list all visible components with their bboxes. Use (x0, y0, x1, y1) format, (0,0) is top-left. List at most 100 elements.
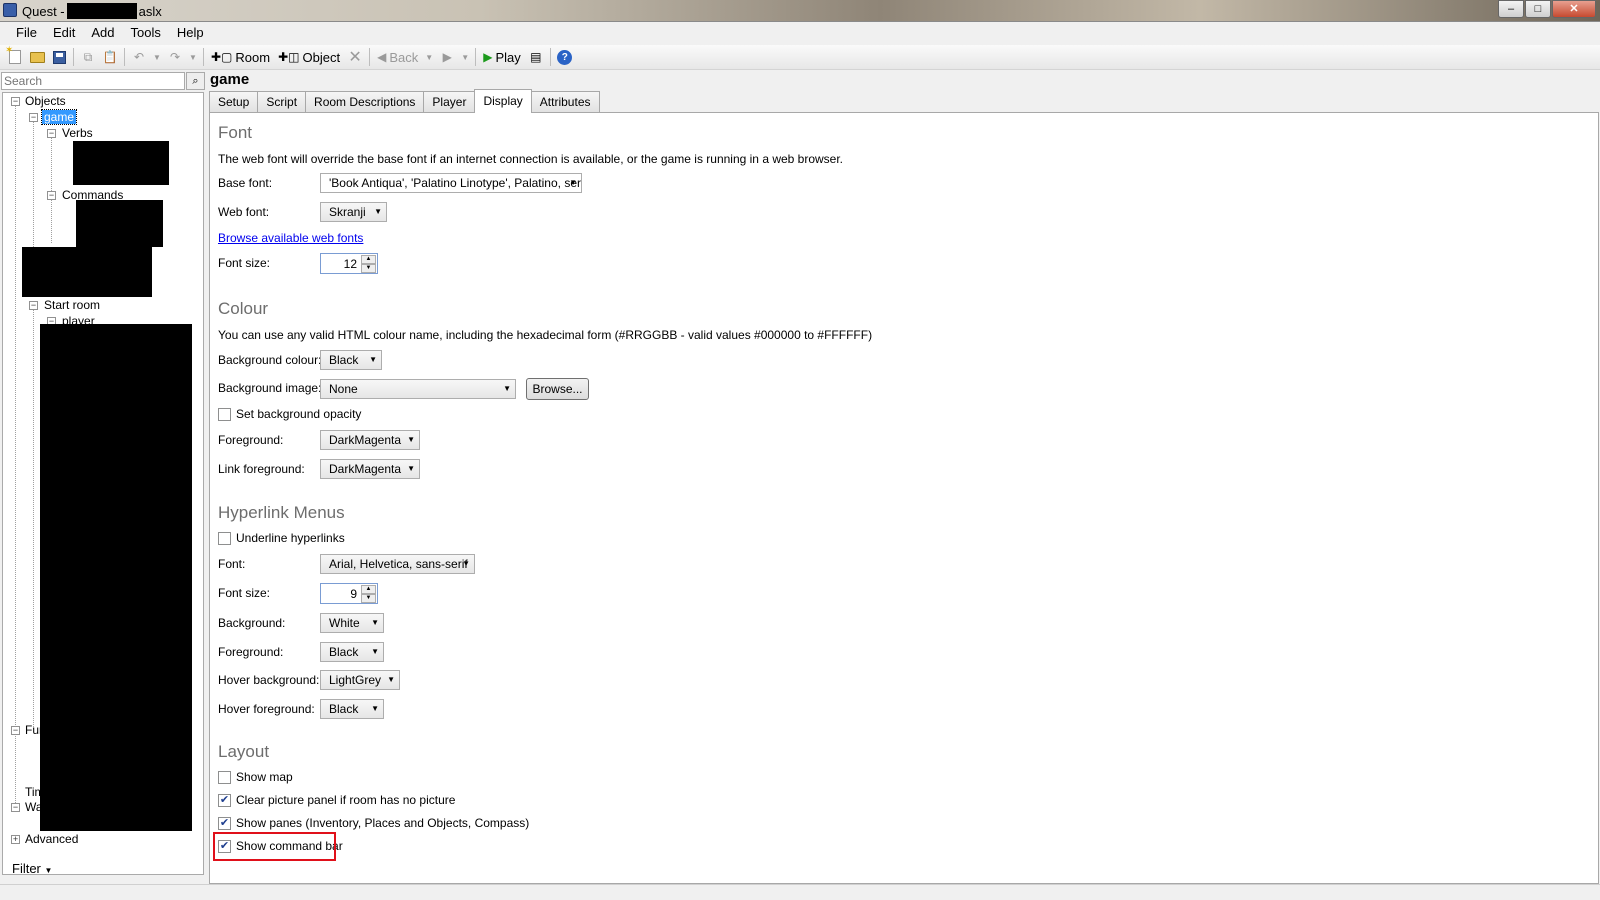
tree-node-walkthrough[interactable]: Wa (25, 800, 43, 815)
link-foreground-combo[interactable]: DarkMagenta ▼ (320, 459, 420, 479)
bg-opacity-checkbox[interactable] (218, 407, 231, 421)
bg-image-value: None (329, 382, 358, 396)
tree-node-game[interactable]: game (40, 109, 78, 125)
hl-font-size-stepper[interactable]: 9 ▲ ▼ (320, 583, 378, 604)
hl-background-label: Background: (218, 616, 286, 630)
delete-icon[interactable]: ✕ (347, 49, 363, 66)
undo-icon[interactable]: ↶ (131, 49, 147, 65)
web-font-combo[interactable]: Skranji ▼ (320, 202, 387, 222)
redo-icon[interactable]: ↷ (167, 49, 183, 65)
collapse-start-room-icon[interactable]: − (29, 301, 38, 310)
tab-attributes[interactable]: Attributes (530, 91, 600, 113)
back-label: Back (389, 49, 419, 65)
foreground-combo[interactable]: DarkMagenta ▼ (320, 430, 420, 450)
stepper-up-icon[interactable]: ▲ (361, 585, 376, 594)
clear-picture-checkbox-row[interactable]: ✔ Clear picture panel if room has no pict… (218, 793, 455, 807)
add-object-button[interactable]: ✚◫ Object (278, 50, 340, 65)
tree-node-verbs[interactable]: Verbs (62, 126, 93, 141)
close-button[interactable]: ✕ (1552, 0, 1596, 18)
object-tree[interactable]: − Objects − game − Verbs − Commands − St… (2, 92, 204, 875)
menu-edit[interactable]: Edit (45, 22, 83, 44)
redacted-block (76, 200, 163, 247)
hl-font-label: Font: (218, 557, 246, 571)
add-room-button[interactable]: ✚▢ Room (211, 50, 270, 65)
clear-picture-checkbox[interactable]: ✔ (218, 793, 231, 807)
minimize-button[interactable]: – (1498, 0, 1524, 18)
tab-display[interactable]: Display (474, 89, 532, 113)
hl-font-combo[interactable]: Arial, Helvetica, sans-serif ▼ (320, 554, 475, 574)
hover-fg-combo[interactable]: Black ▼ (320, 699, 384, 719)
chevron-down-icon: ▼ (462, 559, 470, 568)
open-folder-icon[interactable] (29, 49, 45, 65)
tab-player[interactable]: Player (423, 91, 476, 113)
collapse-functions-icon[interactable]: − (11, 726, 20, 735)
bg-colour-label: Background colour: (218, 353, 322, 367)
filter-dropdown[interactable]: Filter ▼ (2, 858, 204, 878)
menu-add[interactable]: Add (83, 22, 122, 44)
tree-node-timers[interactable]: Tim (25, 785, 45, 800)
tree-node-start-room[interactable]: Start room (44, 298, 100, 313)
stepper-up-icon[interactable]: ▲ (361, 255, 376, 264)
save-icon[interactable] (51, 49, 67, 65)
expand-advanced-icon[interactable]: + (11, 835, 20, 844)
tab-script[interactable]: Script (257, 91, 307, 113)
collapse-verbs-icon[interactable]: − (47, 129, 56, 138)
font-size-stepper[interactable]: 12 ▲ ▼ (320, 253, 378, 274)
show-map-checkbox[interactable] (218, 770, 231, 784)
copy-icon[interactable]: ⧉ (80, 49, 96, 65)
play-button[interactable]: ▶ Play (483, 50, 521, 65)
redo-dropdown-icon[interactable]: ▼ (189, 49, 197, 65)
show-panes-checkbox-row[interactable]: ✔ Show panes (Inventory, Places and Objec… (218, 816, 529, 830)
tree-node-advanced[interactable]: Advanced (25, 832, 78, 847)
menu-tools[interactable]: Tools (123, 22, 169, 44)
chevron-down-icon: ▼ (407, 464, 415, 473)
new-file-icon[interactable] (5, 45, 23, 65)
underline-checkbox-row[interactable]: Underline hyperlinks (218, 531, 345, 545)
hover-bg-combo[interactable]: LightGrey ▼ (320, 670, 400, 690)
tree-guide-line (15, 105, 16, 805)
layout-section-heading: Layout (218, 742, 270, 761)
base-font-combo[interactable]: 'Book Antiqua', 'Palatino Linotype', Pal… (320, 173, 582, 193)
maximize-button[interactable]: □ (1525, 0, 1551, 18)
browse-web-fonts-link[interactable]: Browse available web fonts (218, 231, 363, 245)
show-map-checkbox-row[interactable]: Show map (218, 770, 293, 784)
bg-colour-combo[interactable]: Black ▼ (320, 350, 382, 370)
back-button[interactable]: ◀ Back (377, 50, 418, 65)
tree-node-functions[interactable]: Fur (25, 723, 43, 738)
browse-button[interactable]: Browse... (526, 378, 589, 400)
play-icon: ▶ (483, 50, 493, 64)
stepper-down-icon[interactable]: ▼ (361, 594, 376, 603)
underline-checkbox[interactable] (218, 531, 231, 545)
help-icon[interactable]: ? (557, 49, 573, 65)
bg-opacity-checkbox-row[interactable]: Set background opacity (218, 407, 361, 421)
chevron-down-icon: ▼ (387, 675, 395, 684)
tab-setup[interactable]: Setup (209, 91, 259, 113)
bg-image-combo[interactable]: None ▼ (320, 379, 516, 399)
search-input[interactable] (1, 72, 185, 90)
menu-help[interactable]: Help (169, 22, 212, 44)
redacted-block (73, 141, 169, 185)
collapse-objects-icon[interactable]: − (11, 97, 20, 106)
search-icon[interactable]: ⌕ (186, 72, 205, 90)
forward-icon[interactable]: ▶ (439, 49, 455, 65)
hover-fg-value: Black (329, 702, 359, 716)
code-view-icon[interactable]: ▤ (528, 49, 544, 65)
menu-bar: File Edit Add Tools Help (0, 22, 1600, 44)
hl-background-combo[interactable]: White ▼ (320, 613, 384, 633)
forward-dropdown-icon[interactable]: ▼ (461, 49, 469, 65)
tab-room-descriptions[interactable]: Room Descriptions (305, 91, 425, 113)
stepper-down-icon[interactable]: ▼ (361, 264, 376, 273)
hl-foreground-combo[interactable]: Black ▼ (320, 642, 384, 662)
collapse-commands-icon[interactable]: − (47, 191, 56, 200)
paste-icon[interactable]: 📋 (102, 49, 118, 65)
menu-file[interactable]: File (8, 22, 45, 44)
chevron-down-icon: ▼ (371, 704, 379, 713)
collapse-walkthrough-icon[interactable]: − (11, 803, 20, 812)
hl-font-value: Arial, Helvetica, sans-serif (329, 557, 468, 571)
show-panes-checkbox[interactable]: ✔ (218, 816, 231, 830)
collapse-game-icon[interactable]: − (29, 113, 38, 122)
back-dropdown-icon[interactable]: ▼ (425, 49, 433, 65)
tree-node-objects[interactable]: Objects (25, 94, 66, 109)
colour-section-heading: Colour (218, 299, 269, 318)
undo-dropdown-icon[interactable]: ▼ (153, 49, 161, 65)
